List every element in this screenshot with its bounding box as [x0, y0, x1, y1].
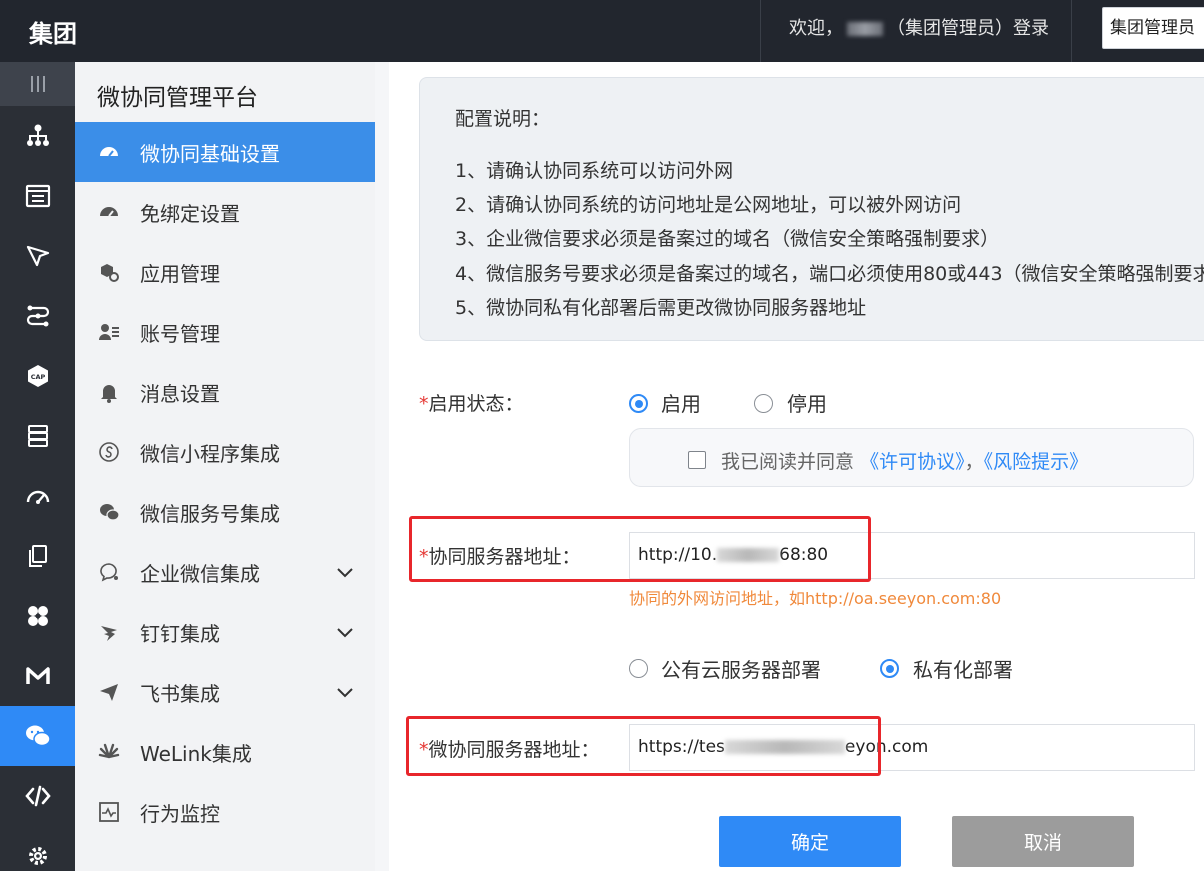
gauge-icon [97, 200, 121, 224]
info-title: 配置说明： [455, 108, 551, 130]
chevron-down-icon[interactable] [335, 622, 355, 642]
user-card-icon [97, 320, 121, 344]
sidebar-item-account-management[interactable]: 账号管理 [75, 302, 375, 362]
menu-toggle-icon[interactable] [0, 62, 75, 106]
settings-gear-icon[interactable] [0, 826, 75, 871]
highlight-frame [406, 716, 881, 776]
documents-icon[interactable] [0, 526, 75, 586]
sidebar-item-label: 企业微信集成 [140, 561, 260, 586]
cap-hexagon-icon[interactable]: CAP [0, 346, 75, 406]
panel-divider [375, 62, 389, 871]
brand-title: 集团 [29, 20, 77, 48]
sidebar-item-behavior-monitor[interactable]: 行为监控 [75, 782, 375, 842]
deploy-public-radio[interactable] [629, 659, 648, 678]
deploy-public-label[interactable]: 公有云服务器部署 [661, 654, 821, 683]
info-line: 5、微协同私有化部署后需更改微协同服务器地址 [455, 297, 867, 319]
agreement-box: 我已阅读并同意 《许可协议》，《风险提示》 [629, 428, 1194, 487]
svg-text:CAP: CAP [30, 373, 45, 381]
sidebar-item-label: 微信服务号集成 [140, 501, 280, 526]
wecom-icon [97, 560, 121, 584]
sidebar-item-basic-settings[interactable]: 微协同基础设置 [75, 122, 375, 182]
code-brackets-icon[interactable] [0, 766, 75, 826]
status-label: *启用状态： [419, 389, 524, 416]
chevron-down-icon[interactable] [335, 562, 355, 582]
info-line: 4、微信服务号要求必须是备案过的域名，端口必须使用80或443（微信安全策略强制… [455, 263, 1204, 285]
mini-program-icon [97, 440, 121, 464]
config-info-box: 配置说明： 1、请确认协同系统可以访问外网 2、请确认协同系统的访问地址是公网地… [419, 77, 1204, 341]
cancel-button[interactable]: 取消 [952, 816, 1134, 867]
sidebar-item-wecom[interactable]: 企业微信集成 [75, 542, 375, 602]
wechat-collab-icon[interactable] [0, 706, 75, 766]
status-disable-radio[interactable] [754, 394, 773, 413]
agree-separator: ， [964, 451, 984, 473]
sidebar-item-label: 微信小程序集成 [140, 441, 280, 466]
risk-link[interactable]: 《风险提示》 [984, 451, 1089, 473]
deploy-private-radio[interactable] [880, 659, 899, 678]
dashboard-gauge-icon[interactable] [0, 466, 75, 526]
blurred-username [847, 22, 883, 36]
sidebar-item-no-bind[interactable]: 免绑定设置 [75, 182, 375, 242]
sidebar-item-welink[interactable]: WeLink集成 [75, 722, 375, 782]
license-link[interactable]: 《许可协议》 [860, 451, 965, 473]
sidebar-item-label: 免绑定设置 [140, 201, 240, 226]
form-panel-icon[interactable] [0, 166, 75, 226]
sidebar-title: 微协同管理平台 [97, 85, 258, 111]
bell-icon [97, 380, 121, 404]
agree-prefix: 我已阅读并同意 [721, 451, 855, 473]
highlight-frame [409, 516, 871, 582]
welcome-message: 欢迎， （集团管理员）登录 [760, 0, 1072, 62]
sidebar-item-app-management[interactable]: 应用管理 [75, 242, 375, 302]
status-enable-label[interactable]: 启用 [661, 388, 701, 417]
sidebar-item-label: 钉钉集成 [140, 621, 220, 646]
database-layers-icon[interactable] [0, 406, 75, 466]
sidebar-item-label: 行为监控 [140, 801, 220, 826]
huawei-icon [97, 740, 121, 764]
sidebar-item-label: 微协同基础设置 [140, 141, 280, 166]
status-enable-radio[interactable] [629, 394, 648, 413]
agree-text: 我已阅读并同意 《许可协议》，《风险提示》 [721, 447, 1088, 474]
server-address-hint: 协同的外网访问地址，如http://oa.seeyon.com:80 [629, 589, 1002, 608]
sidebar-item-service-account[interactable]: 微信服务号集成 [75, 482, 375, 542]
process-flow-icon[interactable] [0, 286, 75, 346]
clover-icon[interactable] [0, 586, 75, 646]
sidebar-item-feishu[interactable]: 飞书集成 [75, 662, 375, 722]
confirm-button[interactable]: 确定 [719, 816, 901, 867]
icon-rail: CAP [0, 62, 75, 871]
dingtalk-icon [97, 620, 121, 644]
sidebar-item-label: WeLink集成 [140, 741, 252, 766]
sidebar-item-label: 账号管理 [140, 321, 220, 346]
welcome-prefix: 欢迎， [789, 18, 843, 39]
workflow-pen-icon[interactable] [0, 226, 75, 286]
sidebar-item-mini-program[interactable]: 微信小程序集成 [75, 422, 375, 482]
m-logo-icon[interactable] [0, 646, 75, 706]
status-disable-label[interactable]: 停用 [787, 388, 827, 417]
welcome-suffix: （集团管理员）登录 [887, 18, 1049, 39]
sidebar-item-label: 消息设置 [140, 381, 220, 406]
monitor-icon [97, 800, 121, 824]
cubes-gear-icon [97, 260, 121, 284]
wechat-icon [97, 500, 121, 524]
org-tree-icon[interactable] [0, 106, 75, 166]
sidebar-item-dingtalk[interactable]: 钉钉集成 [75, 602, 375, 662]
required-mark: * [419, 393, 429, 415]
status-label-text: 启用状态： [428, 393, 524, 415]
info-line: 2、请确认协同系统的访问地址是公网地址，可以被外网访问 [455, 194, 962, 216]
deploy-private-label[interactable]: 私有化部署 [913, 654, 1013, 683]
info-line: 3、企业微信要求必须是备案过的域名（微信安全策略强制要求） [455, 228, 1000, 250]
paper-plane-icon [97, 680, 121, 704]
gauge-icon [97, 140, 121, 164]
sidebar-item-label: 飞书集成 [140, 681, 220, 706]
sidebar: 微协同管理平台 微协同基础设置 免绑定设置 应用管理 账号管理 消息设置 微信小… [75, 62, 375, 871]
info-line: 1、请确认协同系统可以访问外网 [455, 160, 734, 182]
sidebar-item-label: 应用管理 [140, 261, 220, 286]
sidebar-item-message-settings[interactable]: 消息设置 [75, 362, 375, 422]
role-switch-button[interactable]: 集团管理员 [1102, 7, 1204, 49]
top-bar: 集团 欢迎， （集团管理员）登录 集团管理员 [0, 0, 1204, 62]
chevron-down-icon[interactable] [335, 682, 355, 702]
agree-checkbox[interactable] [688, 451, 706, 469]
